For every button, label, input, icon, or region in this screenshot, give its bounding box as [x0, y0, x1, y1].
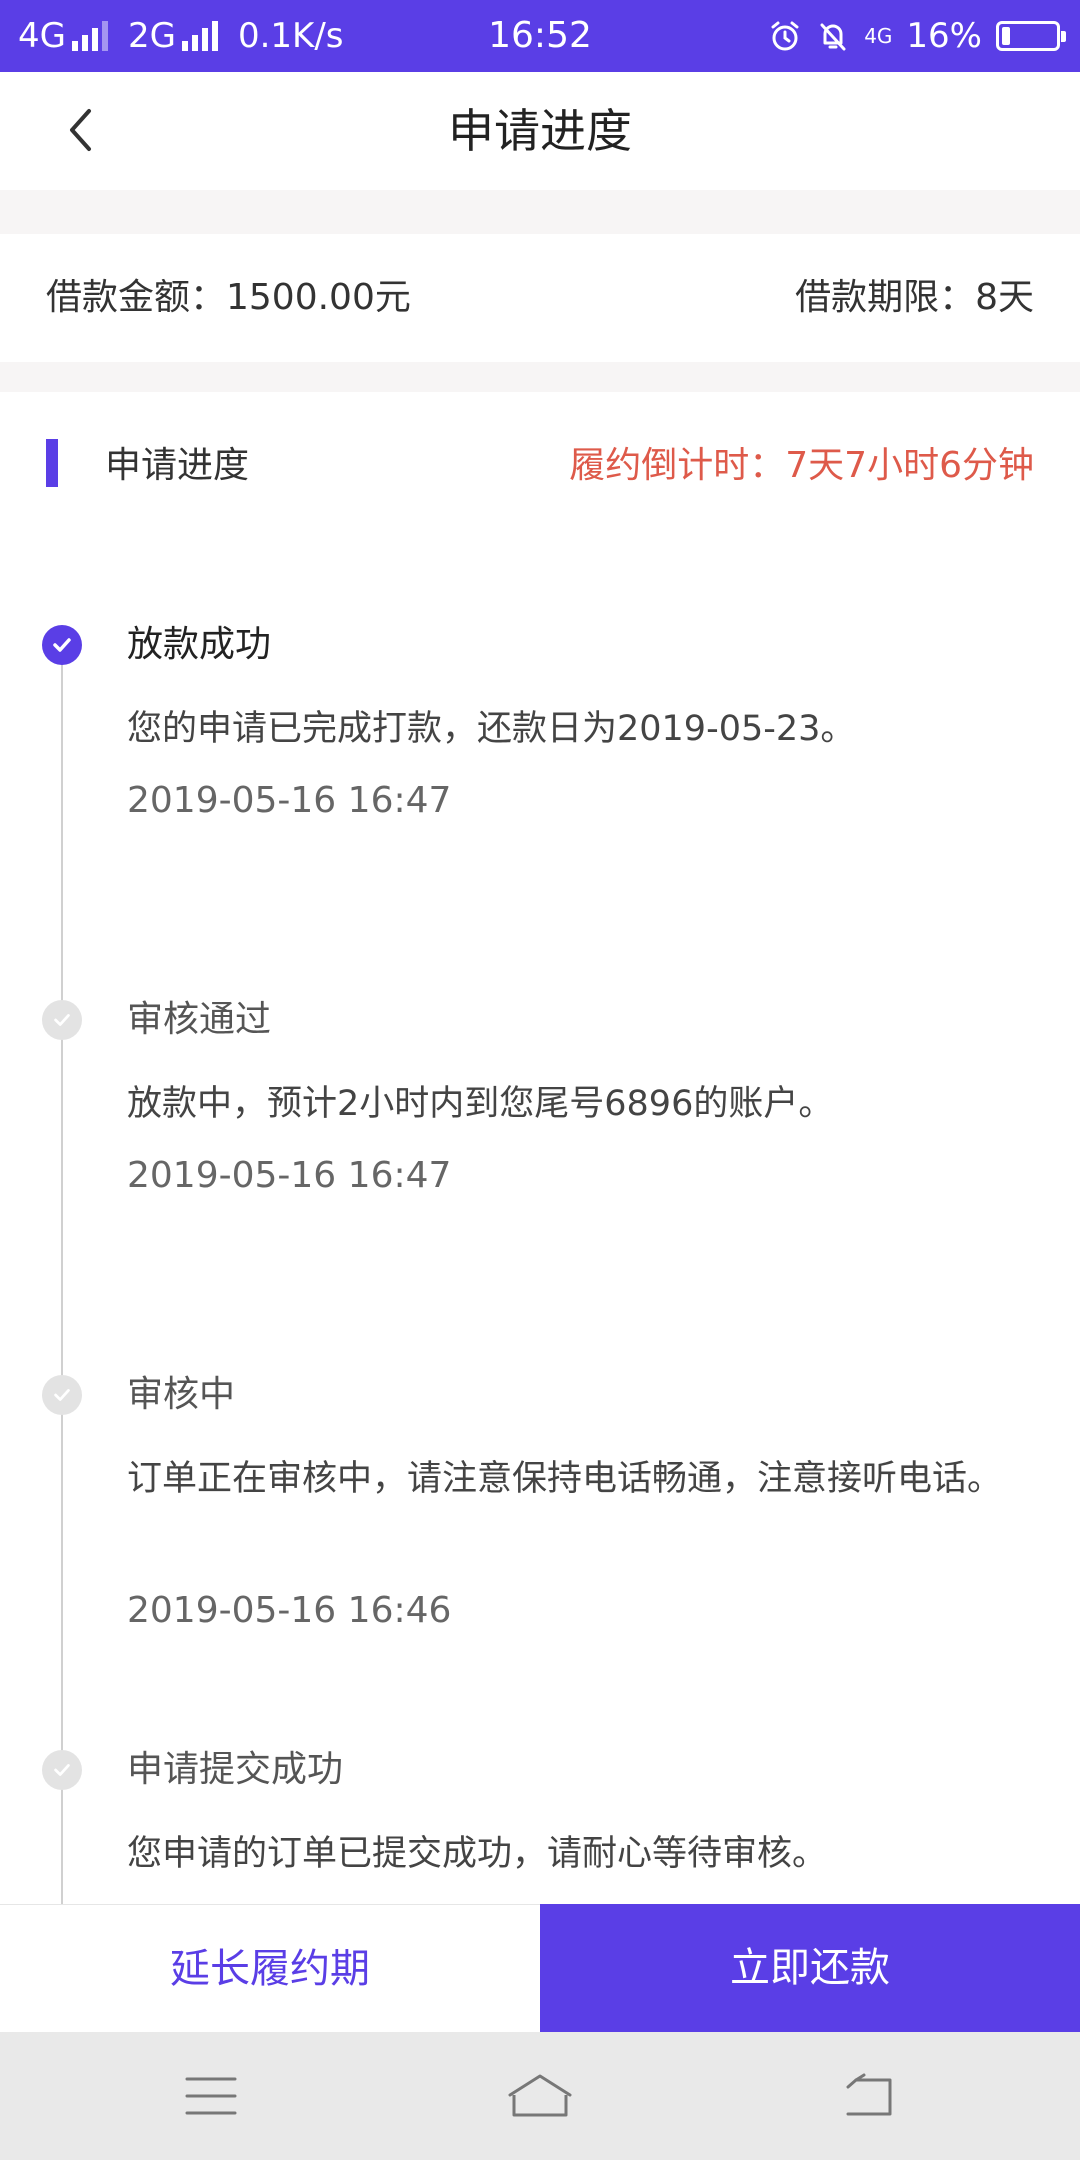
- check-circle-icon: [42, 1000, 82, 1040]
- step-title: 放款成功: [127, 624, 272, 665]
- section-header: 申请进度 履约倒计时：7天7小时6分钟: [0, 392, 1080, 542]
- step-desc: 您的申请已完成打款，还款日为2019-05-23。: [127, 709, 856, 749]
- check-circle-icon: [42, 625, 82, 665]
- accent-bar: [46, 439, 58, 487]
- step-title: 申请提交成功: [127, 1749, 344, 1790]
- extend-contract-button[interactable]: 延长履约期: [0, 1904, 540, 2032]
- step-time: 2019-05-16 16:46: [127, 1590, 452, 1631]
- battery-percent: 16%: [906, 16, 982, 56]
- step-desc: 订单正在审核中，请注意保持电话畅通，注意接听电话。: [127, 1459, 1003, 1499]
- progress-section: 申请进度 履约倒计时：7天7小时6分钟 放款成功 您的申请已完成打款，还款日为2…: [0, 392, 1080, 1904]
- step-title: 审核中: [127, 1374, 236, 1415]
- back-icon: [846, 2073, 892, 2116]
- back-nav-button[interactable]: [823, 2066, 913, 2126]
- status-bar: 4G 2G 0.1K/s 16:52 4G 16%: [0, 0, 1080, 72]
- system-nav-bar: [0, 2032, 1080, 2160]
- step-time: 2019-05-16 16:47: [127, 1155, 452, 1196]
- battery-level: [1002, 27, 1010, 45]
- status-right: 4G 16%: [768, 0, 1066, 72]
- step-desc: 放款中，预计2小时内到您尾号6896的账户。: [127, 1084, 834, 1124]
- countdown-text: 履约倒计时：7天7小时6分钟: [569, 445, 1034, 486]
- bell-off-icon: [820, 23, 846, 51]
- home-icon: [508, 2074, 572, 2117]
- menu-button[interactable]: [166, 2066, 256, 2126]
- loan-amount: 借款金额：1500.00元: [46, 277, 411, 318]
- step-title: 审核通过: [127, 999, 272, 1040]
- loan-info: 借款金额：1500.00元 借款期限：8天: [0, 234, 1080, 362]
- timeline-line: [61, 645, 63, 1904]
- battery-icon: [996, 21, 1066, 51]
- home-button[interactable]: [495, 2066, 585, 2126]
- menu-icon: [185, 2077, 237, 2115]
- section-title: 申请进度: [105, 445, 250, 486]
- page-title: 申请进度: [448, 104, 632, 158]
- check-circle-icon: [42, 1750, 82, 1790]
- loan-term: 借款期限：8天: [795, 277, 1034, 318]
- check-circle-icon: [42, 1375, 82, 1415]
- bottom-actions: 延长履约期 立即还款: [0, 1904, 1080, 2032]
- header: 申请进度: [0, 72, 1080, 190]
- repay-now-button[interactable]: 立即还款: [540, 1904, 1080, 2032]
- alarm-icon: [771, 21, 799, 51]
- step-desc: 您申请的订单已提交成功，请耐心等待审核。: [127, 1834, 828, 1874]
- 4g-icon: 4G: [864, 24, 893, 48]
- step-time: 2019-05-16 16:47: [127, 780, 452, 821]
